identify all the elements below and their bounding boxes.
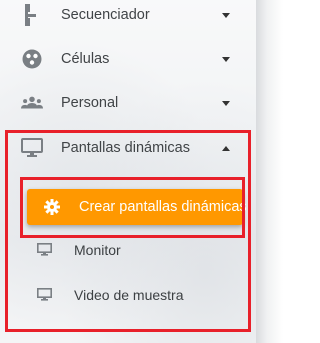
submenu-item-video-de-muestra[interactable]: Video de muestra	[0, 277, 256, 313]
menu-item-label: Personal	[61, 95, 119, 111]
menu-item-personal[interactable]: Personal	[0, 81, 256, 125]
crear-pantallas-dinamicas-button[interactable]: Crear pantallas dinámicas	[27, 189, 247, 225]
menu-item-label: Secuenciador	[61, 7, 150, 23]
menu-item-label: Células	[61, 51, 110, 67]
chevron-down-icon	[222, 100, 230, 106]
menu-item-label: Pantallas dinámicas	[61, 140, 190, 156]
menu-item-celulas[interactable]: Células	[0, 37, 256, 81]
cells-icon	[21, 48, 43, 70]
chevron-down-icon	[222, 56, 230, 62]
menu-item-pantallas-dinamicas[interactable]: Pantallas dinámicas	[0, 126, 256, 170]
monitor-icon	[21, 137, 43, 159]
chevron-up-icon	[222, 145, 230, 151]
crear-pantallas-dinamicas-label: Crear pantallas dinámicas	[79, 199, 247, 215]
monitor-icon	[37, 288, 52, 301]
submenu-item-label: Video de muestra	[74, 287, 184, 303]
menu-item-secuenciador[interactable]: Secuenciador	[0, 0, 256, 37]
submenu-item-monitor[interactable]: Monitor	[0, 232, 256, 268]
sequencer-icon	[21, 4, 43, 26]
monitor-icon	[37, 243, 52, 256]
chevron-down-icon	[222, 12, 230, 18]
sidebar-edge-shadow	[256, 0, 283, 343]
submenu-item-label: Monitor	[74, 242, 121, 258]
gear-icon	[43, 198, 61, 216]
people-icon	[21, 92, 43, 114]
